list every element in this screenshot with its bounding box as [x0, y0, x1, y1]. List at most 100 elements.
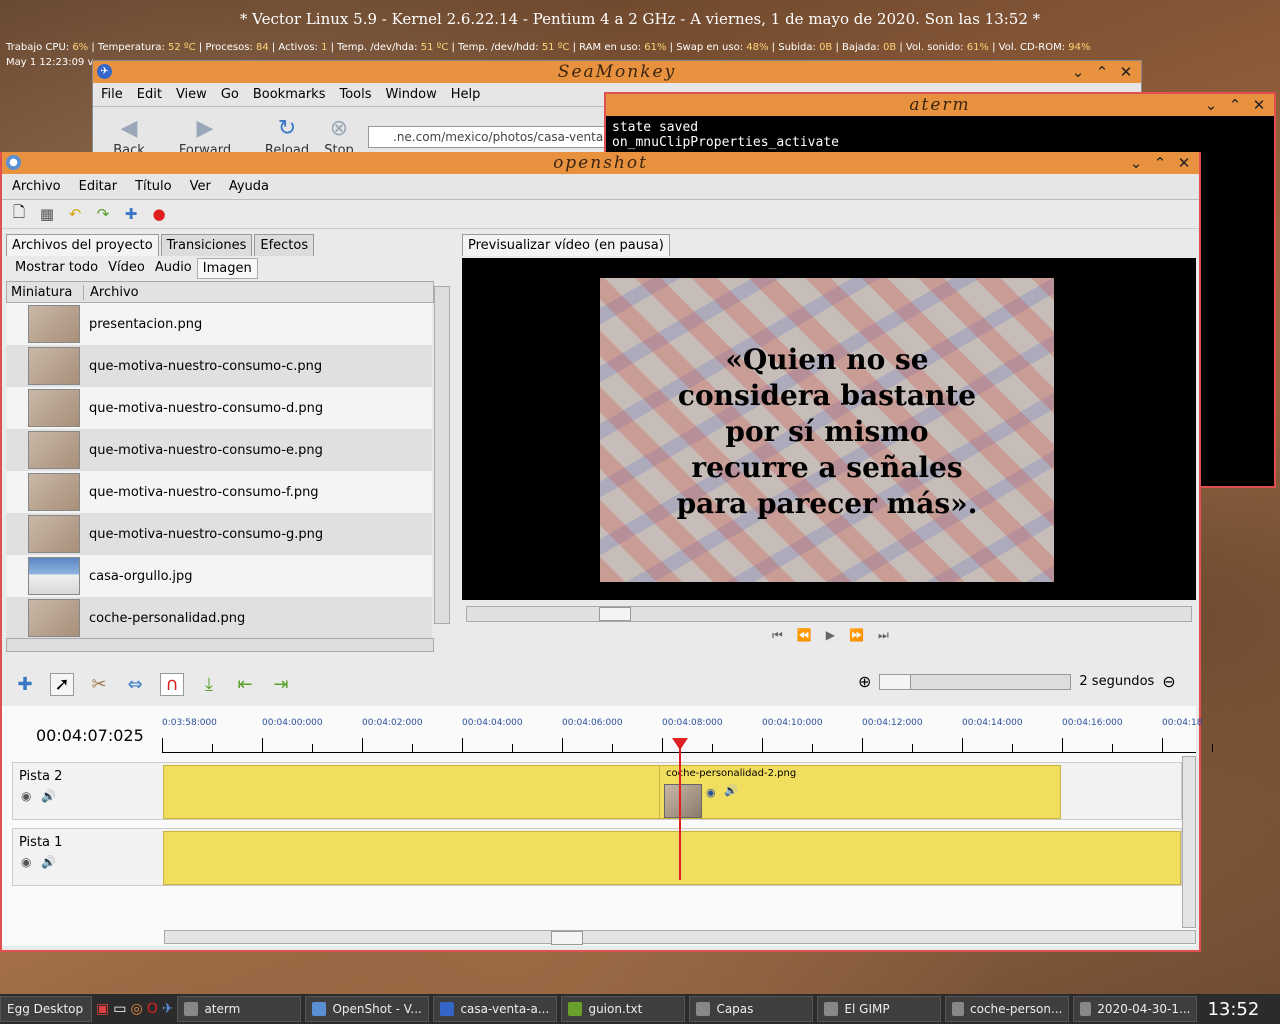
clip-visibility-icon[interactable]: ◉	[706, 786, 716, 799]
tab-effects[interactable]: Efectos	[254, 234, 315, 256]
file-list-scrollbar[interactable]	[434, 286, 450, 624]
list-item[interactable]: que-motiva-nuestro-consumo-f.png	[6, 471, 432, 513]
audio-speaker-icon[interactable]: 🔊	[41, 789, 56, 803]
menu-tools[interactable]: Tools	[339, 87, 371, 102]
select-pointer-icon[interactable]: ➚	[50, 672, 74, 696]
seek-handle[interactable]	[599, 607, 631, 621]
list-item[interactable]: que-motiva-nuestro-consumo-d.png	[6, 387, 432, 429]
tab-preview[interactable]: Previsualizar vídeo (en pausa)	[462, 234, 670, 256]
rewind-icon[interactable]: ⏪	[797, 628, 812, 643]
zoom-out-icon[interactable]: ⊖	[1162, 672, 1175, 691]
menu-help[interactable]: Help	[451, 87, 481, 102]
play-icon[interactable]: ▶	[826, 628, 835, 643]
save-icon[interactable]: ▦	[38, 205, 56, 223]
add-icon[interactable]: ✚	[122, 205, 140, 223]
minimize-icon[interactable]: ⌄	[1202, 96, 1220, 114]
list-item[interactable]: que-motiva-nuestro-consumo-e.png	[6, 429, 432, 471]
timeline-clip-selected[interactable]: coche-personalidad-2.png ◉ 🔊	[659, 765, 1061, 819]
firefox-icon[interactable]: ◎	[130, 1001, 142, 1017]
razor-icon[interactable]: ✂	[88, 674, 110, 695]
zoom-handle[interactable]	[880, 674, 912, 689]
playhead[interactable]	[679, 740, 681, 880]
menu-go[interactable]: Go	[221, 87, 239, 102]
task-screenshot[interactable]: 2020-04-30-1...	[1073, 996, 1198, 1022]
minimize-icon[interactable]: ⌄	[1069, 63, 1087, 81]
close-icon[interactable]: ✕	[1175, 154, 1193, 172]
add-track-icon[interactable]: ✚	[14, 674, 36, 695]
snap-magnet-icon[interactable]: ∩	[160, 672, 184, 696]
close-icon[interactable]: ✕	[1250, 96, 1268, 114]
menu-view[interactable]: View	[176, 87, 207, 102]
close-icon[interactable]: ✕	[1117, 63, 1135, 81]
list-item[interactable]: que-motiva-nuestro-consumo-c.png	[6, 345, 432, 387]
task-aterm[interactable]: aterm	[177, 996, 302, 1022]
preview-seek-slider[interactable]	[466, 606, 1192, 622]
new-file-icon[interactable]: 🗋	[10, 202, 28, 227]
record-icon[interactable]: ●	[150, 205, 168, 223]
timeline-clip[interactable]	[163, 831, 1181, 885]
menu-editar[interactable]: Editar	[79, 179, 118, 194]
previous-marker-icon[interactable]: ⇤	[234, 674, 256, 695]
column-file[interactable]: Archivo	[84, 285, 139, 300]
next-marker-icon[interactable]: ⇥	[270, 674, 292, 695]
list-item[interactable]: casa-orgullo.jpg	[6, 555, 432, 597]
url-bar[interactable]: .ne.com/mexico/photos/casa-venta	[368, 126, 634, 148]
filter-audio[interactable]: Audio	[150, 258, 197, 279]
menu-bookmarks[interactable]: Bookmarks	[253, 87, 326, 102]
menu-edit[interactable]: Edit	[137, 87, 162, 102]
menu-archivo[interactable]: Archivo	[12, 179, 61, 194]
openshot-titlebar[interactable]: ● openshot ⌄ ⌃ ✕	[2, 152, 1199, 174]
seamonkey-launcher-icon[interactable]: ✈	[162, 1001, 174, 1017]
maximize-icon[interactable]: ⌃	[1151, 154, 1169, 172]
menu-file[interactable]: File	[101, 87, 123, 102]
column-thumbnail[interactable]: Miniatura	[7, 284, 84, 300]
timeline-hscrollbar[interactable]	[164, 930, 1196, 945]
task-seamonkey[interactable]: casa-venta-a...	[433, 996, 558, 1022]
task-capas[interactable]: Capas	[689, 996, 814, 1022]
task-guion[interactable]: guion.txt	[561, 996, 686, 1022]
audio-speaker-icon[interactable]: 🔊	[41, 855, 56, 869]
resize-icon[interactable]: ⇔	[124, 674, 146, 695]
filter-image[interactable]: Imagen	[196, 258, 258, 279]
minimize-icon[interactable]: ⌄	[1127, 154, 1145, 172]
tab-transitions[interactable]: Transiciones	[160, 234, 253, 256]
file-list-hscrollbar[interactable]	[6, 638, 434, 652]
filter-video[interactable]: Vídeo	[103, 258, 150, 279]
menu-ayuda[interactable]: Ayuda	[229, 179, 269, 194]
start-button[interactable]: Egg Desktop	[0, 996, 92, 1022]
zoom-slider[interactable]	[879, 673, 1072, 690]
task-gimp[interactable]: El GIMP	[817, 996, 942, 1022]
menu-titulo[interactable]: Título	[135, 179, 171, 194]
list-item[interactable]: coche-personalidad.png	[6, 597, 432, 639]
add-marker-icon[interactable]: ⤓	[198, 674, 220, 695]
skip-end-icon[interactable]: ⏭	[878, 628, 889, 643]
skip-start-icon[interactable]: ⏮	[772, 628, 783, 643]
list-item[interactable]: presentacion.png	[6, 303, 432, 345]
redo-icon[interactable]: ↷	[94, 205, 112, 223]
menu-window[interactable]: Window	[386, 87, 437, 102]
terminal-icon[interactable]: ▭	[113, 1001, 126, 1017]
timeline-vscrollbar[interactable]	[1182, 756, 1196, 928]
tab-project-files[interactable]: Archivos del proyecto	[6, 234, 159, 256]
package-icon[interactable]: ▣	[96, 1001, 109, 1017]
zoom-in-icon[interactable]: ⊕	[858, 672, 871, 691]
maximize-icon[interactable]: ⌃	[1093, 63, 1111, 81]
task-openshot[interactable]: OpenShot - V...	[305, 996, 430, 1022]
maximize-icon[interactable]: ⌃	[1226, 96, 1244, 114]
menu-ver[interactable]: Ver	[190, 179, 211, 194]
aterm-titlebar[interactable]: aterm ⌄ ⌃ ✕	[606, 94, 1274, 116]
visibility-eye-icon[interactable]: ◉	[21, 789, 31, 803]
clip-audio-icon[interactable]: 🔊	[724, 784, 738, 797]
timeline-clip[interactable]	[163, 765, 661, 819]
fast-forward-icon[interactable]: ⏩	[849, 628, 864, 643]
timeline-hscroll-handle[interactable]	[551, 931, 583, 945]
list-item[interactable]: que-motiva-nuestro-consumo-g.png	[6, 513, 432, 555]
terminal-output[interactable]: state saved on_mnuClipProperties_activate	[606, 116, 1274, 154]
filter-all[interactable]: Mostrar todo	[10, 258, 103, 279]
opera-icon[interactable]: O	[147, 1001, 158, 1017]
playhead-marker-icon[interactable]	[672, 738, 688, 750]
visibility-eye-icon[interactable]: ◉	[21, 855, 31, 869]
task-coche[interactable]: coche-person...	[945, 996, 1070, 1022]
undo-icon[interactable]: ↶	[66, 205, 84, 223]
seamonkey-titlebar[interactable]: ✈ SeaMonkey ⌄ ⌃ ✕	[93, 61, 1141, 83]
